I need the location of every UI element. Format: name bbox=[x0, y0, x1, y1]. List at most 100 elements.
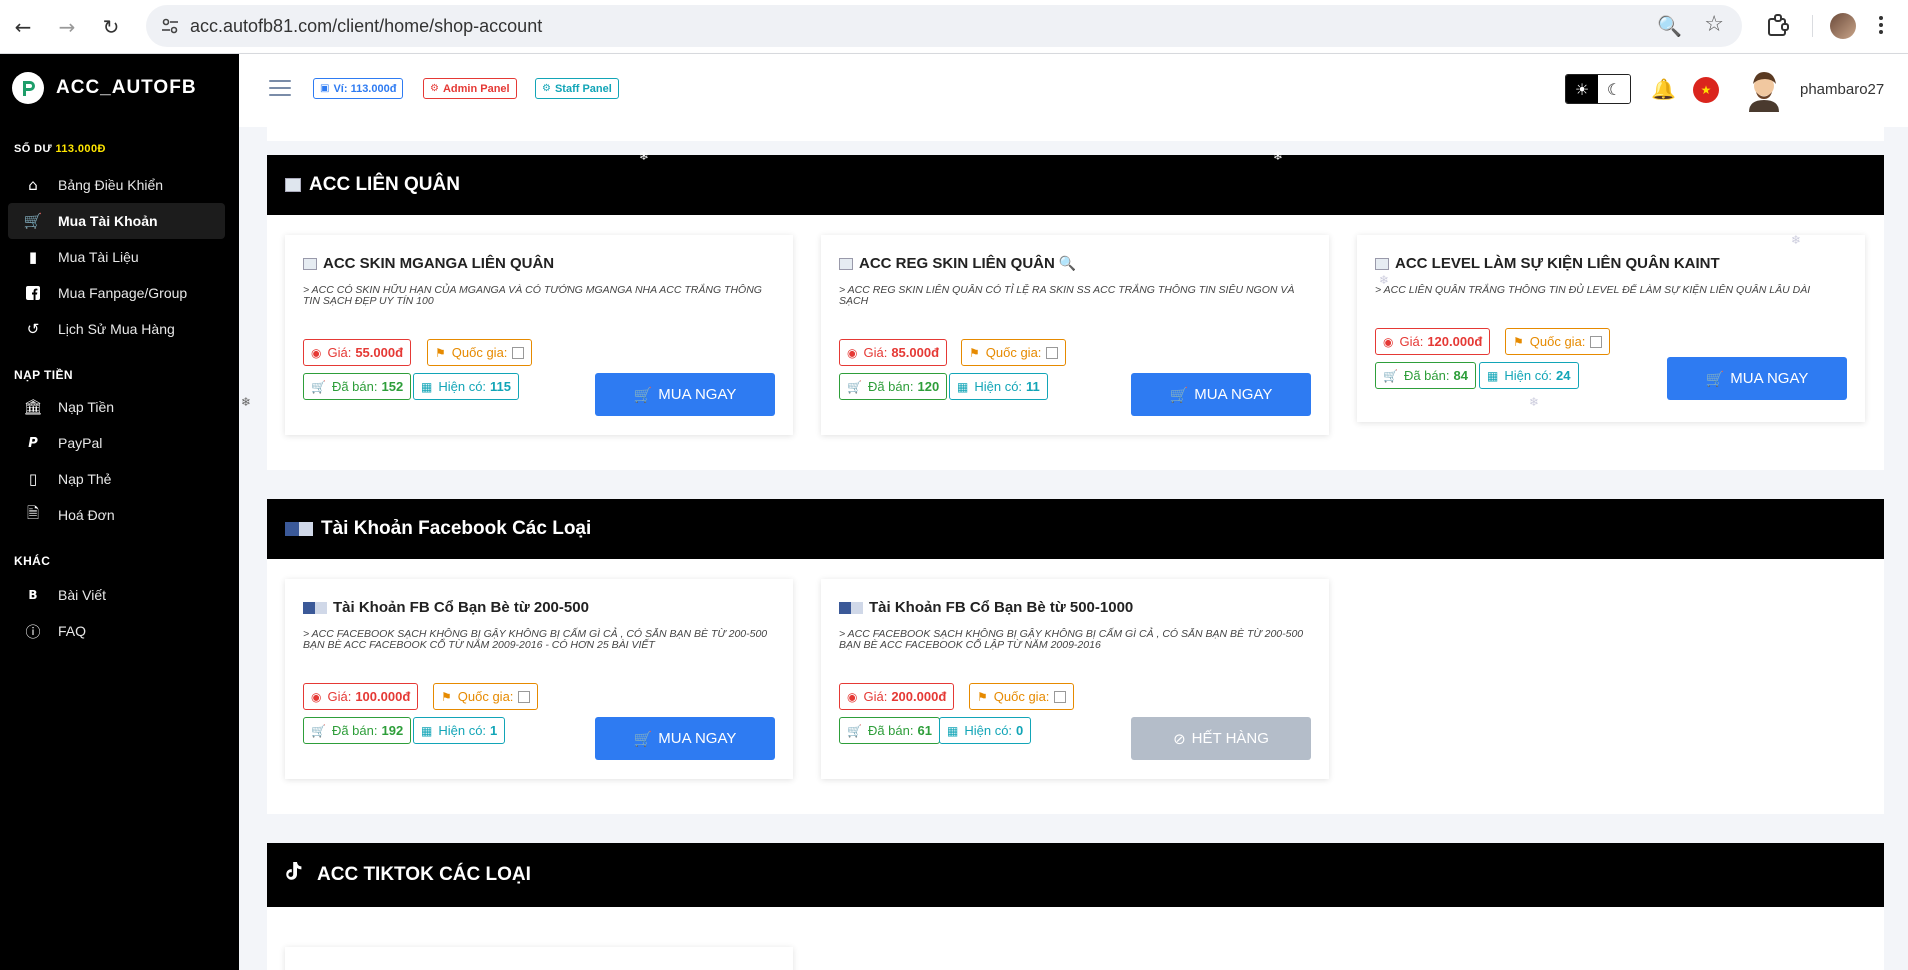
reload-icon[interactable]: ↻ bbox=[96, 12, 126, 42]
facebook-banner-icon bbox=[303, 601, 327, 614]
cart-icon: 🛒 bbox=[1169, 385, 1189, 404]
stock-tag: ▦ Hiện có: 0 bbox=[939, 717, 1032, 744]
menu-toggle-icon[interactable] bbox=[269, 80, 291, 96]
theme-toggle[interactable]: ☀ ☾ bbox=[1565, 74, 1631, 104]
product-title[interactable]: ACC REG SKIN LIÊN QUÂN 🔍 bbox=[839, 255, 1076, 272]
product-description-text: ACC REG SKIN LIÊN QUÂN CÓ TỈ LỆ RA SKIN … bbox=[839, 284, 1295, 307]
sidebar-item-label: Mua Tài Khoản bbox=[58, 213, 158, 229]
sidebar-item-buy-fanpage[interactable]: Mua Fanpage/Group bbox=[8, 275, 225, 311]
sidebar: ACC_AUTOFB SỐ DƯ 113.000Đ ⌂ Bảng Điều Kh… bbox=[0, 54, 239, 970]
product-title[interactable]: Tài Khoản FB Cổ Bạn Bè từ 500-1000 bbox=[839, 599, 1133, 616]
url-text[interactable]: acc.autofb81.com/client/home/shop-accoun… bbox=[190, 16, 542, 37]
sidebar-item-label: Bài Viết bbox=[58, 587, 106, 603]
product-description-text: ACC FACEBOOK SẠCH KHÔNG BỊ GẬY KHÔNG BỊ … bbox=[839, 628, 1304, 651]
staff-panel-button[interactable]: ⚙ Staff Panel bbox=[535, 78, 619, 99]
wallet-icon: ▣ bbox=[320, 83, 330, 94]
buy-now-button[interactable]: 🛒 MUA NGAY bbox=[595, 717, 775, 760]
price-label: Giá: bbox=[1399, 334, 1424, 349]
stock-tag: ▦ Hiện có: 115 bbox=[413, 373, 520, 400]
moon-icon[interactable]: ☾ bbox=[1598, 75, 1630, 103]
category-section: ACC TIKTOK CÁC LOẠI bbox=[267, 843, 1884, 970]
book-icon: ▮ bbox=[28, 248, 38, 266]
cart-icon: 🛒 bbox=[311, 723, 326, 738]
product-description-text: ACC CÓ SKIN HỮU HẠN CỦA MGANGA VÀ CÓ TƯỚ… bbox=[303, 284, 762, 307]
sidebar-item-label: Hoá Đơn bbox=[58, 507, 115, 523]
top-app-bar: ▣ Ví: 113.000đ ⚙ Admin Panel ⚙ Staff Pan… bbox=[239, 54, 1908, 127]
bell-icon[interactable]: 🔔 bbox=[1651, 77, 1676, 101]
bookmark-star-icon[interactable]: ☆ bbox=[1704, 12, 1724, 37]
product-card bbox=[285, 947, 793, 970]
sidebar-item-buy-document[interactable]: ▮ Mua Tài Liệu bbox=[8, 239, 225, 275]
broken-image-icon bbox=[1590, 335, 1603, 348]
buy-now-button[interactable]: 🛒 MUA NGAY bbox=[1131, 373, 1311, 416]
product-description: > ACC FACEBOOK SẠCH KHÔNG BỊ GẬY KHÔNG B… bbox=[303, 628, 768, 651]
sold-label: Đã bán: bbox=[867, 723, 914, 738]
sidebar-item-card-topup[interactable]: ▯ Nạp Thẻ bbox=[8, 461, 225, 497]
product-title[interactable]: ACC SKIN MGANGA LIÊN QUÂN bbox=[303, 255, 554, 272]
site-info-icon[interactable] bbox=[160, 16, 180, 36]
country-label: Quốc gia: bbox=[985, 345, 1042, 360]
product-description-text: ACC LIÊN QUÂN TRẮNG THÔNG TIN ĐỦ LEVEL Đ… bbox=[1383, 284, 1811, 296]
sidebar-item-buy-account[interactable]: 🛒 Mua Tài Khoản bbox=[8, 203, 225, 239]
profile-avatar[interactable] bbox=[1830, 13, 1856, 39]
admin-panel-label: Admin Panel bbox=[442, 82, 510, 95]
product-title-text: Tài Khoản FB Cổ Bạn Bè từ 200-500 bbox=[333, 599, 589, 616]
back-icon[interactable]: ← bbox=[8, 12, 38, 42]
vietnam-flag-icon[interactable]: ★ bbox=[1693, 77, 1719, 103]
zoom-icon[interactable]: 🔍 bbox=[1657, 14, 1682, 38]
stock-label: Hiện có: bbox=[438, 723, 487, 738]
buy-now-button[interactable]: 🛒 MUA NGAY bbox=[1667, 357, 1847, 400]
forward-icon[interactable]: → bbox=[52, 12, 82, 42]
money-icon: ◉ bbox=[847, 345, 858, 360]
price-label: Giá: bbox=[327, 345, 352, 360]
facebook-banner-icon bbox=[839, 601, 863, 614]
broken-image-icon bbox=[285, 178, 301, 192]
price-label: Giá: bbox=[863, 689, 888, 704]
logo-text: ACC_AUTOFB bbox=[56, 77, 197, 98]
sun-icon[interactable]: ☀ bbox=[1566, 75, 1598, 103]
country-tag: ⚑ Quốc gia: bbox=[969, 683, 1075, 710]
wallet-badge[interactable]: ▣ Ví: 113.000đ bbox=[313, 78, 404, 99]
sidebar-item-dashboard[interactable]: ⌂ Bảng Điều Khiển bbox=[8, 167, 225, 203]
sidebar-item-blog[interactable]: B Bài Viết bbox=[8, 577, 225, 613]
snowflake-icon: ❄ bbox=[1529, 395, 1540, 409]
sold-value: 192 bbox=[381, 723, 404, 738]
price-value: 85.000đ bbox=[891, 345, 940, 360]
flag-icon: ⚑ bbox=[977, 689, 988, 704]
buy-now-button[interactable]: 🛒 MUA NGAY bbox=[595, 373, 775, 416]
logo[interactable]: ACC_AUTOFB bbox=[12, 72, 197, 104]
cart-icon: 🛒 bbox=[1383, 368, 1398, 383]
sold-out-button[interactable]: ⊘ HẾT HÀNG bbox=[1131, 717, 1311, 760]
sidebar-item-faq[interactable]: ⓘ FAQ bbox=[8, 613, 225, 649]
staff-panel-label: Staff Panel bbox=[554, 82, 612, 95]
logo-icon bbox=[12, 72, 44, 104]
sidebar-item-purchase-history[interactable]: ↺ Lịch Sử Mua Hàng bbox=[8, 311, 225, 347]
product-title[interactable]: ACC LEVEL LÀM SỰ KIỆN LIÊN QUÂN KAINT bbox=[1375, 255, 1720, 272]
browser-menu-icon[interactable] bbox=[1876, 10, 1886, 40]
home-icon: ⌂ bbox=[28, 176, 38, 194]
stock-value: 24 bbox=[1556, 368, 1571, 383]
question-icon: ⓘ bbox=[25, 622, 41, 641]
snowflake-icon: ❄ bbox=[1379, 273, 1390, 287]
price-value: 100.000đ bbox=[355, 689, 411, 704]
sidebar-item-topup[interactable]: 🏛 Nạp Tiền bbox=[8, 389, 225, 425]
sidebar-item-invoice[interactable]: 🗎 Hoá Đơn bbox=[8, 497, 225, 533]
admin-panel-button[interactable]: ⚙ Admin Panel bbox=[423, 78, 517, 99]
address-bar[interactable]: acc.autofb81.com/client/home/shop-accoun… bbox=[146, 5, 1742, 47]
sold-value: 120 bbox=[917, 379, 940, 394]
section-title-other: KHÁC bbox=[14, 554, 51, 568]
sidebar-item-paypal[interactable]: P PayPal bbox=[8, 425, 225, 461]
sidebar-item-label: Nạp Thẻ bbox=[58, 471, 112, 487]
username[interactable]: phambaro27 bbox=[1800, 81, 1884, 98]
product-description: > ACC LIÊN QUÂN TRẮNG THÔNG TIN ĐỦ LEVEL… bbox=[1375, 284, 1811, 296]
avatar[interactable] bbox=[1745, 68, 1783, 112]
buy-now-label: MUA NGAY bbox=[658, 730, 737, 747]
extensions-icon[interactable] bbox=[1764, 12, 1792, 40]
cart-icon: 🛒 bbox=[1705, 369, 1725, 388]
product-description: > ACC FACEBOOK SẠCH KHÔNG BỊ GẬY KHÔNG B… bbox=[839, 628, 1304, 651]
stock-label: Hiện có: bbox=[964, 723, 1013, 738]
price-tag: ◉ Giá: 100.000đ bbox=[303, 683, 419, 710]
toolbar-divider bbox=[1812, 15, 1813, 37]
price-tag: ◉ Giá: 55.000đ bbox=[303, 339, 412, 366]
product-title[interactable]: Tài Khoản FB Cổ Bạn Bè từ 200-500 bbox=[303, 599, 589, 616]
